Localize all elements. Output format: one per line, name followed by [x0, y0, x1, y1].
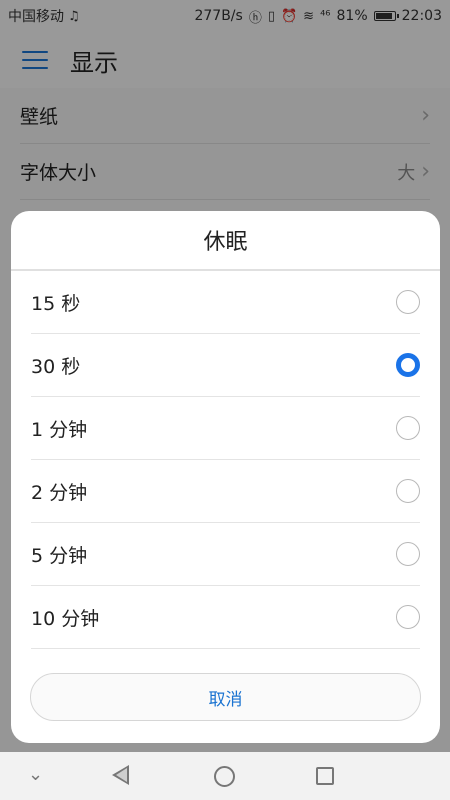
option-label: 10 分钟: [31, 607, 100, 630]
home-icon[interactable]: [214, 766, 235, 787]
nav-bar: ⌄: [0, 752, 450, 800]
option-label: 1 分钟: [31, 418, 88, 441]
back-icon[interactable]: [112, 765, 129, 785]
hide-nav-icon[interactable]: ⌄: [28, 764, 43, 785]
radio-button[interactable]: [396, 353, 420, 377]
sleep-dialog: 休眠 15 秒 30 秒 1 分钟 2 分钟 5 分钟 10 分钟 取消: [11, 211, 440, 743]
radio-button[interactable]: [396, 416, 420, 440]
radio-button[interactable]: [396, 479, 420, 503]
option-2-minutes[interactable]: 2 分钟: [31, 460, 420, 523]
option-label: 2 分钟: [31, 481, 88, 504]
radio-button[interactable]: [396, 542, 420, 566]
radio-button[interactable]: [396, 290, 420, 314]
recent-apps-icon[interactable]: [316, 767, 334, 785]
option-30-seconds[interactable]: 30 秒: [31, 334, 420, 397]
option-15-seconds[interactable]: 15 秒: [31, 271, 420, 334]
cancel-container: 取消: [30, 673, 421, 721]
dialog-title: 休眠: [11, 211, 440, 271]
cancel-button[interactable]: 取消: [30, 673, 421, 721]
option-label: 5 分钟: [31, 544, 88, 567]
option-10-minutes[interactable]: 10 分钟: [31, 586, 420, 649]
option-5-minutes[interactable]: 5 分钟: [31, 523, 420, 586]
radio-button[interactable]: [396, 605, 420, 629]
option-label: 30 秒: [31, 355, 81, 378]
option-label: 15 秒: [31, 292, 81, 315]
option-1-minute[interactable]: 1 分钟: [31, 397, 420, 460]
